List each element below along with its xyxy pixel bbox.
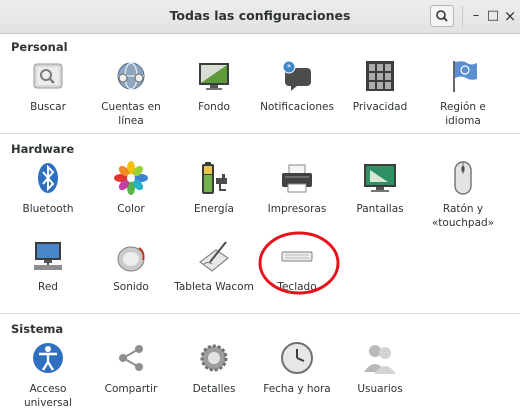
item-acceso[interactable]: Acceso universal	[6, 340, 90, 410]
background-icon	[199, 63, 229, 90]
tablet-icon	[199, 241, 229, 272]
item-color[interactable]: Color	[89, 160, 173, 216]
display-icon	[364, 164, 396, 192]
item-region[interactable]: Región e idioma	[421, 58, 505, 128]
item-fecha[interactable]: Fecha y hora	[255, 340, 339, 396]
share-icon	[119, 345, 143, 371]
item-cuentas[interactable]: Cuentas en línea	[89, 58, 173, 128]
sound-icon	[117, 246, 145, 272]
clock-icon	[281, 342, 313, 374]
item-detalles-label: Detalles	[192, 383, 236, 395]
search-button[interactable]	[430, 5, 454, 27]
item-sonido[interactable]: Sonido	[89, 238, 173, 294]
item-sonido-label: Sonido	[113, 281, 149, 293]
section-divider	[0, 133, 520, 134]
item-cuentas-label: Cuentas en línea	[101, 101, 161, 127]
item-privacidad[interactable]: Privacidad	[338, 58, 422, 114]
accessibility-icon	[33, 343, 63, 373]
section-divider	[0, 313, 520, 314]
item-bluetooth-label: Bluetooth	[22, 203, 74, 215]
item-energia[interactable]: Energía	[172, 160, 256, 216]
privacy-icon	[366, 61, 394, 91]
item-fecha-label: Fecha y hora	[263, 383, 331, 395]
titlebar-separator	[462, 6, 463, 28]
mouse-icon	[454, 161, 472, 195]
item-acceso-label: Acceso universal	[23, 383, 73, 409]
close-button[interactable]: ×	[500, 6, 520, 26]
item-red-label: Red	[38, 281, 58, 293]
users-icon	[364, 345, 396, 374]
item-fondo[interactable]: Fondo	[172, 58, 256, 114]
flag-icon	[453, 61, 477, 92]
item-impresoras-label: Impresoras	[267, 203, 327, 215]
item-color-label: Color	[117, 203, 145, 215]
item-tableta-label: Tableta Wacom	[174, 281, 254, 293]
color-icon	[114, 161, 148, 195]
power-icon	[202, 162, 227, 194]
item-buscar-label: Buscar	[30, 101, 66, 113]
notifications-icon: *	[282, 60, 311, 91]
online-accounts-icon	[117, 62, 145, 90]
item-pantallas[interactable]: Pantallas	[338, 160, 422, 216]
bluetooth-icon	[38, 163, 58, 193]
network-icon	[34, 242, 62, 270]
search-settings-icon	[33, 63, 63, 89]
item-privacidad-label: Privacidad	[352, 101, 408, 113]
printer-icon	[282, 164, 312, 193]
svg-text:*: *	[287, 63, 291, 72]
item-buscar[interactable]: Buscar	[6, 58, 90, 114]
item-raton[interactable]: Ratón y «touchpad»	[421, 160, 505, 230]
item-notificaciones[interactable]: * Notificaciones	[255, 58, 339, 114]
item-compartir[interactable]: Compartir	[89, 340, 173, 396]
item-fondo-label: Fondo	[198, 101, 230, 113]
item-usuarios-label: Usuarios	[357, 383, 403, 395]
item-compartir-label: Compartir	[104, 383, 158, 395]
item-energia-label: Energía	[194, 203, 234, 215]
item-detalles[interactable]: Detalles	[172, 340, 256, 396]
item-notificaciones-label: Notificaciones	[260, 101, 334, 113]
section-sistema: Sistema	[11, 322, 64, 336]
item-bluetooth[interactable]: Bluetooth	[6, 160, 90, 216]
item-impresoras[interactable]: Impresoras	[255, 160, 339, 216]
item-raton-label: Ratón y «touchpad»	[431, 203, 495, 229]
title-bar: Todas las configuraciones – □ ×	[0, 0, 520, 34]
item-tableta[interactable]: Tableta Wacom	[172, 238, 256, 294]
search-icon	[436, 10, 448, 22]
item-usuarios[interactable]: Usuarios	[338, 340, 422, 396]
gear-icon	[200, 344, 228, 372]
item-red[interactable]: Red	[6, 238, 90, 294]
section-personal: Personal	[11, 40, 68, 54]
annotation-circle	[258, 231, 340, 295]
section-hardware: Hardware	[11, 142, 75, 156]
item-pantallas-label: Pantallas	[356, 203, 404, 215]
item-region-label: Región e idioma	[440, 101, 486, 127]
